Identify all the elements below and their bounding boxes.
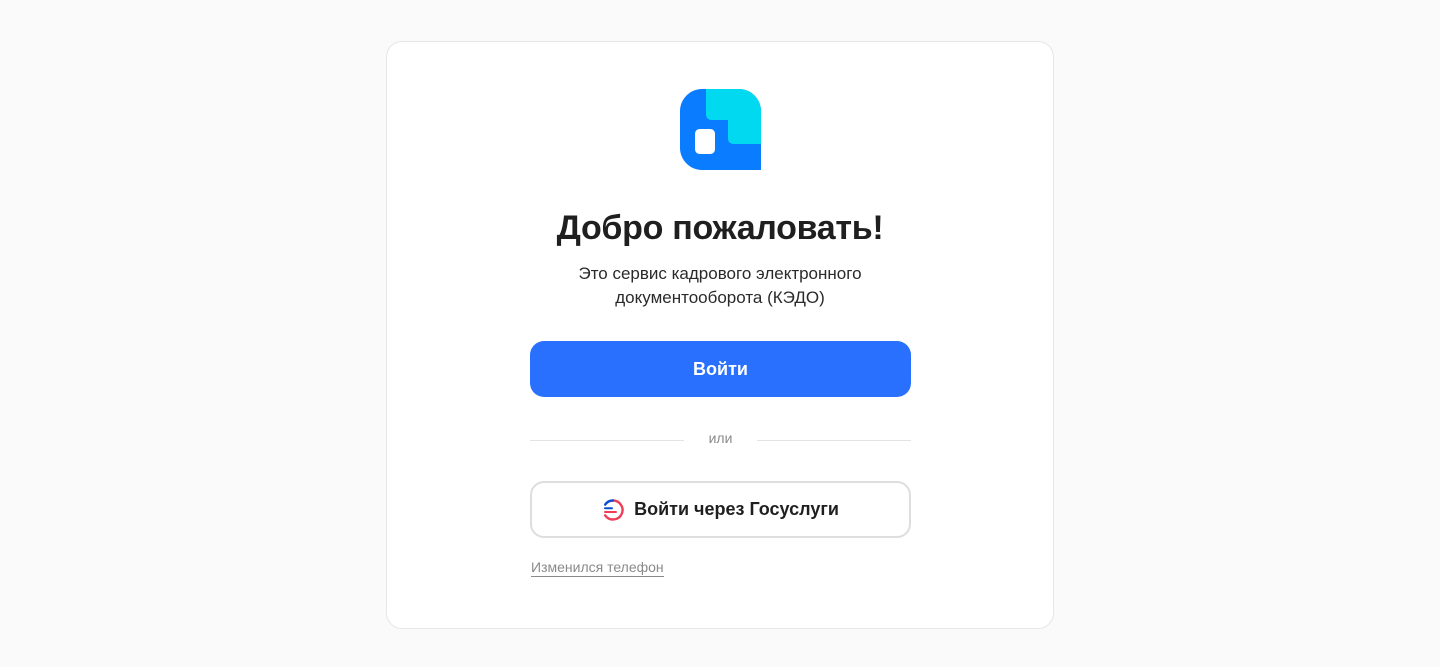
- divider-label: или: [708, 430, 733, 446]
- kedo-logo-icon: [680, 89, 761, 170]
- login-button[interactable]: Войти: [530, 341, 911, 397]
- divider-line: [757, 440, 911, 441]
- or-divider: или: [530, 428, 911, 452]
- gosuslugi-icon: [602, 498, 624, 521]
- gosuslugi-login-button[interactable]: Войти через Госуслуги: [530, 481, 911, 538]
- subtitle-line: Это сервис кадрового электронного: [578, 264, 862, 283]
- phone-changed-link[interactable]: Изменился телефон: [531, 558, 664, 577]
- page-subtitle: Это сервис кадрового электронного докуме…: [387, 262, 1053, 310]
- gosuslugi-button-label: Войти через Госуслуги: [634, 499, 839, 519]
- login-card: Добро пожаловать! Это сервис кадрового э…: [386, 41, 1054, 629]
- subtitle-line: документооборота (КЭДО): [615, 288, 825, 307]
- page-title: Добро пожаловать!: [556, 209, 884, 247]
